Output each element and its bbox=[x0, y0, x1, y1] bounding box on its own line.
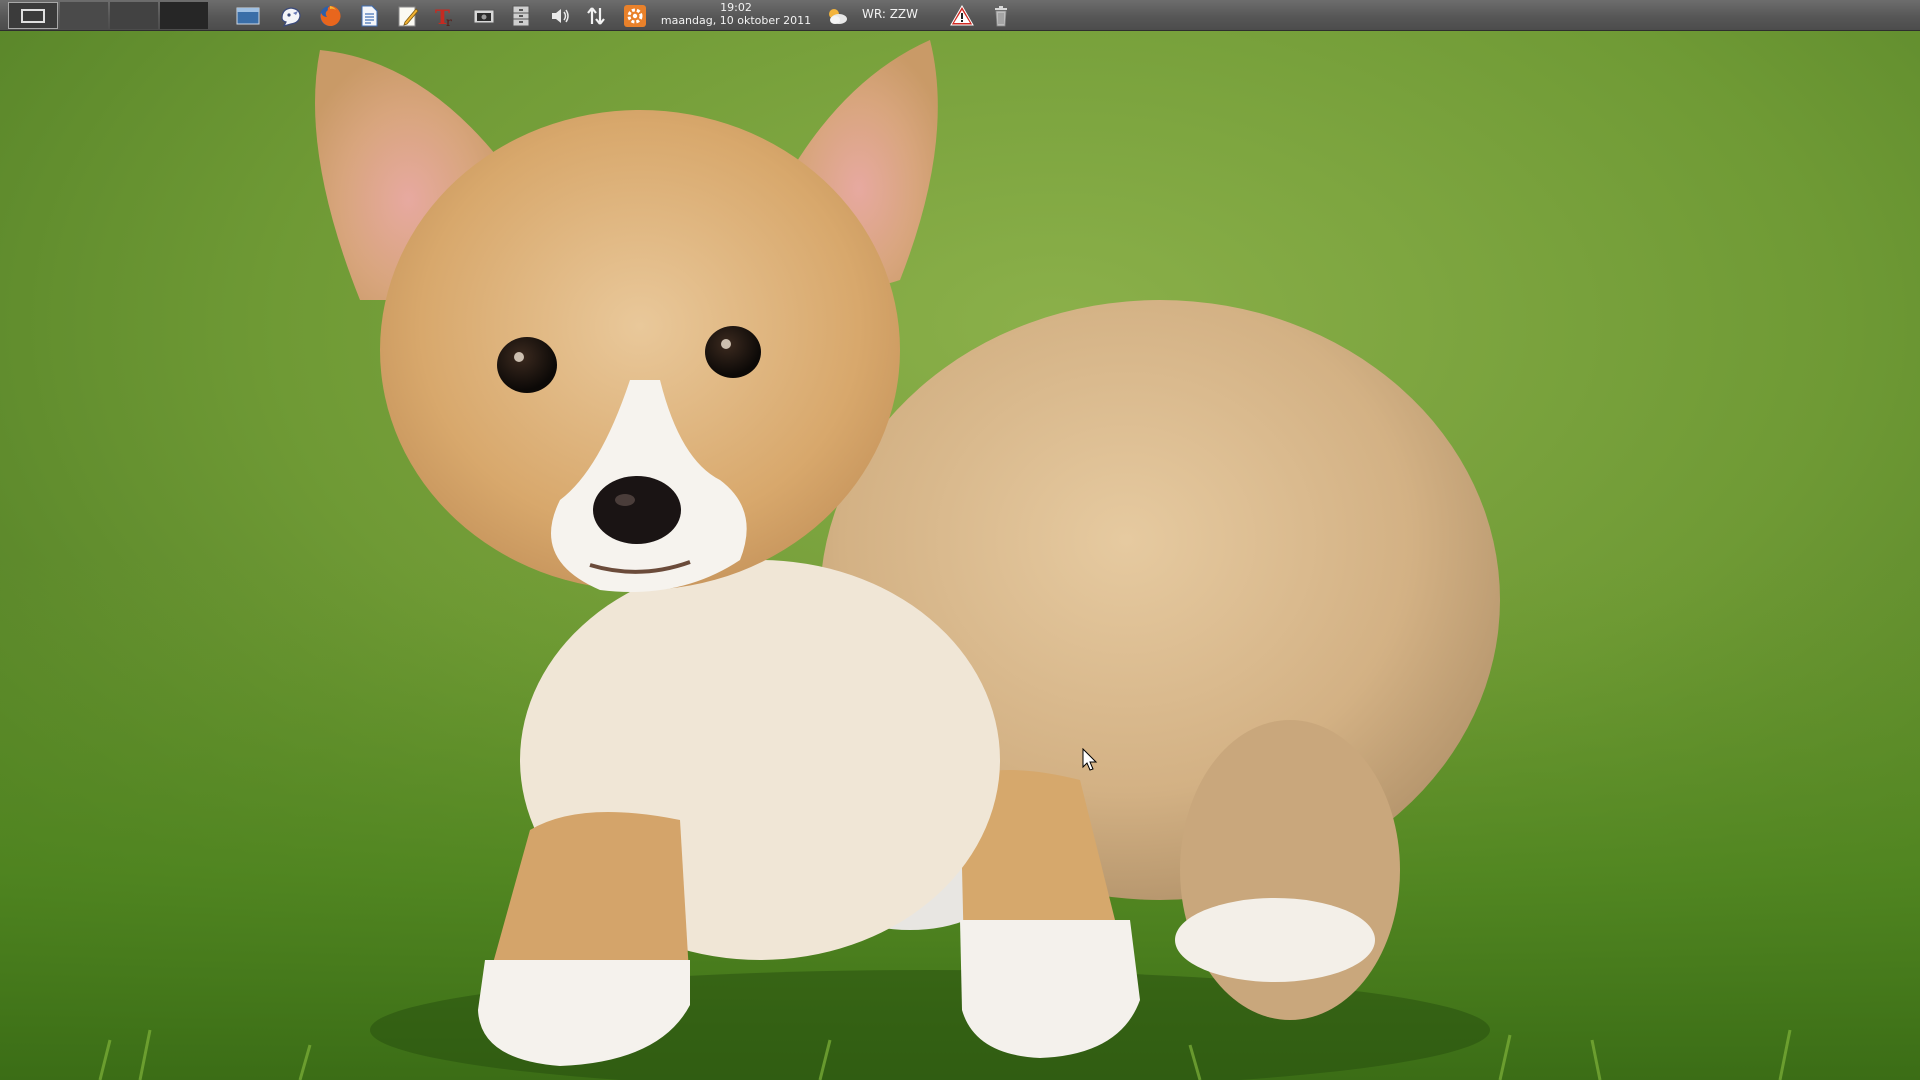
file-cabinet-icon[interactable] bbox=[509, 4, 533, 28]
svg-text:r: r bbox=[446, 15, 452, 28]
font-tool-icon[interactable]: Tr bbox=[433, 4, 457, 28]
network-transfer-icon[interactable] bbox=[584, 4, 608, 28]
warning-icon[interactable] bbox=[950, 4, 974, 28]
volume-icon[interactable] bbox=[549, 4, 573, 28]
clock[interactable]: 19:02 maandag, 10 oktober 2011 bbox=[652, 1, 820, 27]
trash-icon[interactable] bbox=[989, 4, 1013, 28]
weather-partly-cloudy-icon[interactable] bbox=[825, 4, 849, 28]
workspace-3[interactable] bbox=[110, 2, 158, 29]
text-editor-icon[interactable] bbox=[396, 4, 420, 28]
pidgin-icon[interactable] bbox=[279, 4, 303, 28]
clock-date: maandag, 10 oktober 2011 bbox=[660, 14, 812, 27]
top-panel: Tr 19:02 maandag, 10 oktober 2011 WR: ZZ… bbox=[0, 0, 1920, 31]
settings-icon[interactable] bbox=[623, 4, 647, 28]
show-desktop-icon[interactable] bbox=[236, 4, 260, 28]
workspace-1[interactable] bbox=[8, 2, 58, 29]
workspace-2[interactable] bbox=[60, 2, 108, 29]
text-document-icon[interactable] bbox=[357, 4, 381, 28]
firefox-icon[interactable] bbox=[318, 4, 342, 28]
desktop-wallpaper bbox=[0, 0, 1920, 1080]
clock-time: 19:02 bbox=[720, 1, 752, 14]
weather-wind-text[interactable]: WR: ZZW bbox=[862, 7, 918, 21]
screenshot-icon[interactable] bbox=[472, 4, 496, 28]
window-thumbnail bbox=[21, 9, 45, 23]
mouse-pointer-icon bbox=[1082, 747, 1098, 772]
workspace-4[interactable] bbox=[160, 2, 208, 29]
